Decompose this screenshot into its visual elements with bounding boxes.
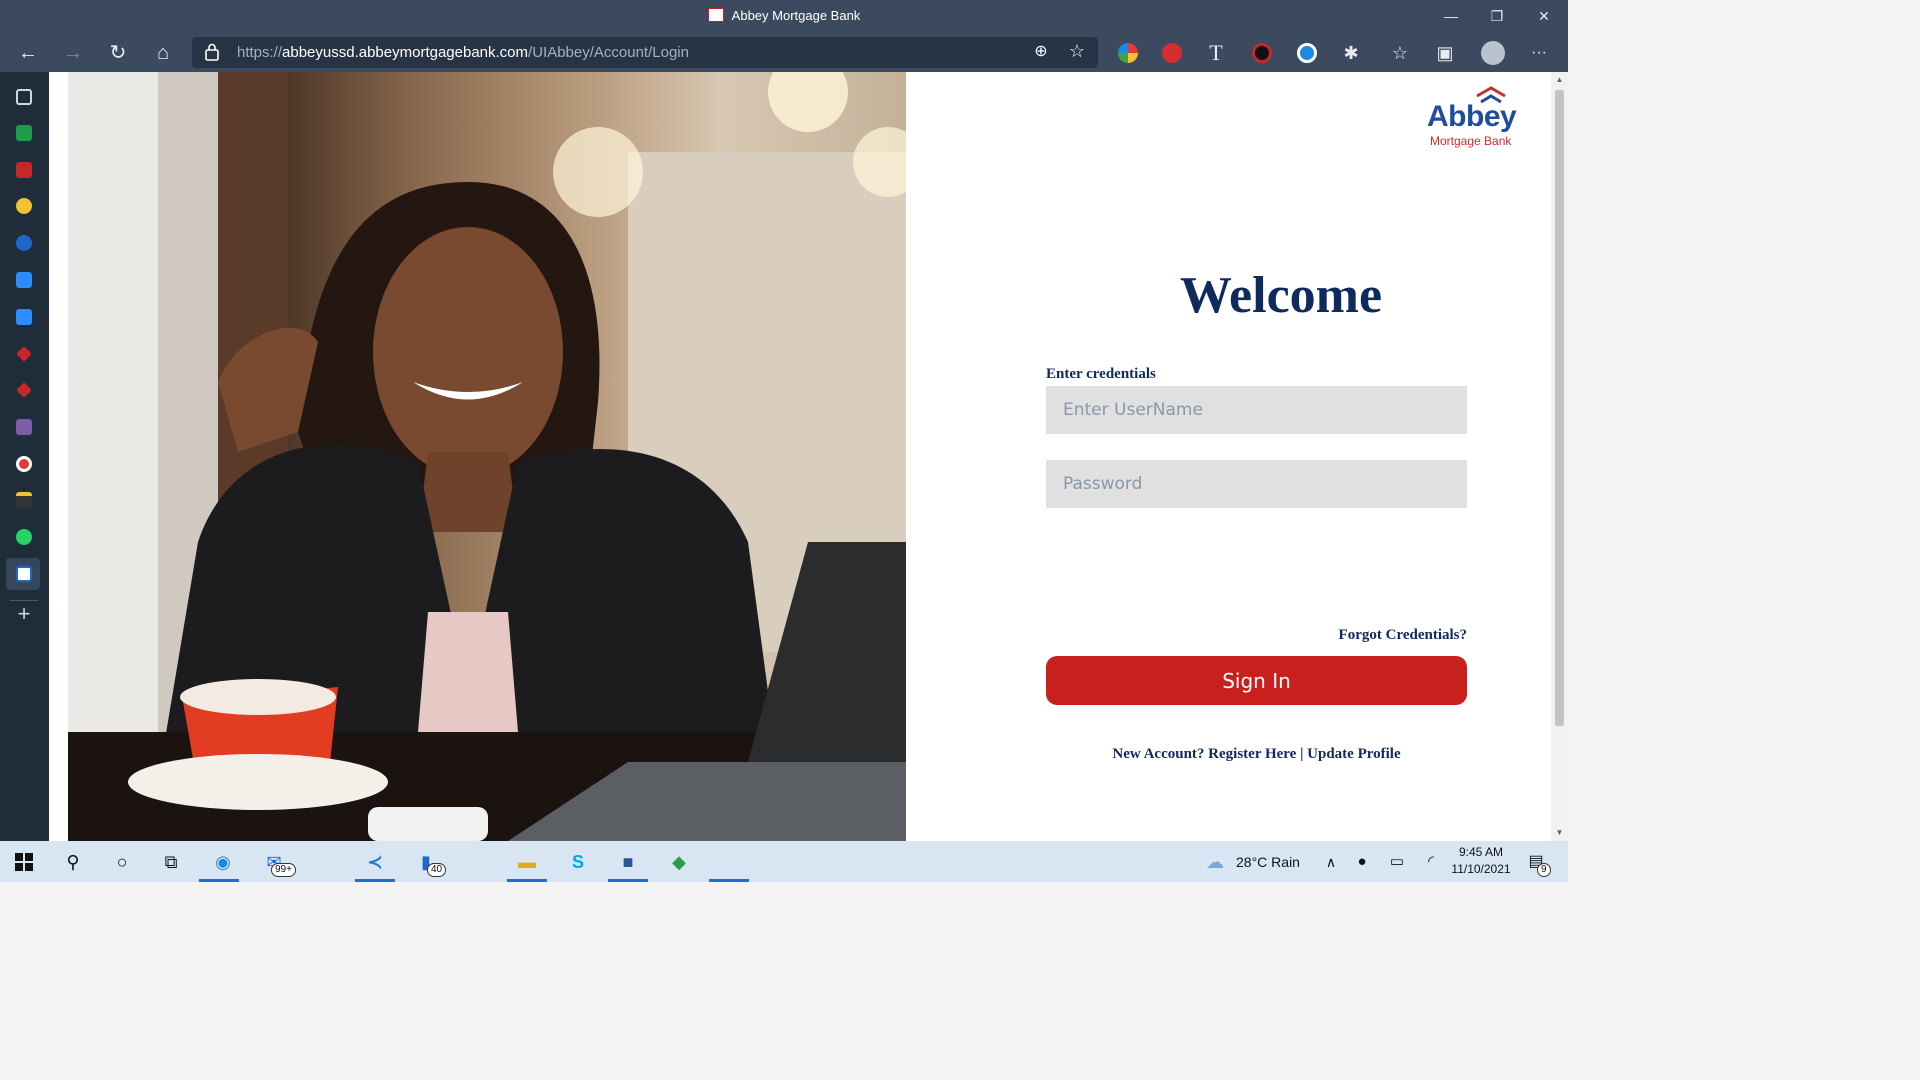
hero-photo: [68, 72, 906, 841]
new-tab-icon[interactable]: +: [12, 602, 36, 626]
notification-count: 9: [1537, 863, 1551, 877]
forgot-credentials-link[interactable]: Forgot Credentials?: [1289, 627, 1467, 644]
vscode-active-indicator: [355, 879, 395, 882]
browser-toolbar: ← → ↻ ⌂ https://abbeyussd.abbeymortgageb…: [0, 33, 1568, 72]
drive-tab-icon[interactable]: [16, 125, 32, 141]
skype-taskbar-icon[interactable]: S: [563, 847, 593, 877]
url-host: abbeyussd.abbeymortgagebank.com: [282, 44, 529, 61]
zoom-tab-icon[interactable]: [16, 272, 32, 288]
page-scrollbar[interactable]: ▲ ▼: [1551, 72, 1568, 841]
edge-active-indicator: [199, 879, 239, 882]
window-title: Abbey Mortgage Bank: [0, 8, 1568, 23]
battery-icon[interactable]: ▭: [1382, 847, 1412, 877]
tray-chevron-icon[interactable]: ∧: [1316, 847, 1346, 877]
url-path: /UIAbbey/Account/Login: [528, 44, 689, 61]
vertical-tabs-sidebar: +: [0, 72, 49, 841]
pdf-tab-icon[interactable]: [16, 162, 32, 178]
password-input[interactable]: [1046, 460, 1467, 508]
clock-date: 11/10/2021: [1451, 862, 1511, 876]
microphone-icon[interactable]: ●: [1347, 847, 1377, 877]
whatsapp-tab-icon[interactable]: [16, 529, 32, 545]
restore-button[interactable]: ❐: [1474, 0, 1520, 33]
h-tab-icon[interactable]: [16, 419, 32, 435]
settings-more-icon[interactable]: ···: [1523, 37, 1555, 69]
weather-icon[interactable]: ☁: [1200, 847, 1230, 877]
collections-icon[interactable]: ▣: [1429, 37, 1461, 69]
search-icon[interactable]: ⚲: [58, 847, 88, 877]
close-window-button[interactable]: ✕: [1521, 0, 1567, 33]
logo-word: Abbey: [1427, 100, 1517, 133]
cortana-icon[interactable]: ○: [107, 847, 137, 877]
site-favicon-icon: [707, 8, 724, 22]
register-link[interactable]: New Account? Register Here: [1112, 746, 1296, 762]
forward-button[interactable]: →: [57, 37, 89, 69]
window-titlebar: Abbey Mortgage Bank — ❐ ✕: [0, 0, 1568, 33]
search-extension-icon[interactable]: [1252, 43, 1272, 63]
red-diamond-tab-2-icon[interactable]: [16, 382, 32, 398]
wifi-icon[interactable]: ◜: [1416, 847, 1446, 877]
extensions-icon[interactable]: ✱: [1335, 37, 1367, 69]
clock[interactable]: 9:45 AM 11/10/2021: [1446, 844, 1516, 878]
address-bar[interactable]: https://abbeyussd.abbeymortgagebank.com/…: [192, 37, 1098, 68]
idea-tab-icon[interactable]: [16, 198, 32, 214]
vscode-taskbar-icon[interactable]: ≺: [360, 847, 390, 877]
home-button[interactable]: ⌂: [147, 37, 179, 69]
word-active-indicator: [608, 879, 648, 882]
green-app-taskbar-icon[interactable]: ◆: [664, 847, 694, 877]
text-extension-icon[interactable]: T: [1200, 37, 1232, 69]
word-taskbar-icon[interactable]: ■: [613, 847, 643, 877]
url-scheme: https://: [237, 44, 283, 61]
hero-photo-illustration: [68, 72, 906, 841]
minimize-button[interactable]: —: [1428, 0, 1474, 33]
login-page: Abbey Mortgage Bank Welcome Enter creden…: [49, 72, 1551, 841]
clock-time: 9:45 AM: [1458, 845, 1504, 859]
credentials-label: Enter credentials: [1046, 366, 1156, 382]
files-badge: 40: [427, 863, 447, 877]
edge-taskbar-icon[interactable]: ◉: [208, 847, 238, 877]
app-active-indicator: [709, 879, 749, 882]
refresh-button[interactable]: ↻: [102, 37, 134, 69]
add-favorite-icon[interactable]: ☆: [1066, 40, 1088, 62]
task-view-icon[interactable]: ⧉: [156, 847, 186, 877]
abbey-logo: Abbey Mortgage Bank: [1427, 86, 1522, 150]
sign-in-button[interactable]: Sign In: [1046, 656, 1467, 705]
url-text[interactable]: https://abbeyussd.abbeymortgagebank.com/…: [237, 44, 689, 61]
logo-subtitle: Mortgage Bank: [1430, 134, 1512, 148]
back-button[interactable]: ←: [12, 37, 44, 69]
adblock-extension-icon[interactable]: [1162, 43, 1182, 63]
scroll-down-icon[interactable]: ▼: [1551, 825, 1568, 841]
links-separator: |: [1300, 746, 1304, 762]
window-title-text: Abbey Mortgage Bank: [731, 8, 861, 23]
zoom-tab-2-icon[interactable]: [16, 309, 32, 325]
s-tab-icon[interactable]: [16, 235, 32, 251]
color-picker-extension-icon[interactable]: [1118, 43, 1138, 63]
tab-actions-icon[interactable]: [16, 89, 32, 105]
grammar-extension-icon[interactable]: [1297, 43, 1317, 63]
weather-text[interactable]: 28°C Rain: [1236, 854, 1300, 870]
update-profile-link[interactable]: Update Profile: [1307, 746, 1400, 762]
account-links: New Account? Register Here | Update Prof…: [1046, 746, 1467, 763]
profile-avatar[interactable]: [1481, 41, 1505, 65]
explorer-active-indicator: [507, 879, 547, 882]
scroll-thumb[interactable]: [1555, 90, 1564, 726]
terminal-tab-icon[interactable]: [16, 492, 32, 508]
file-explorer-taskbar-icon[interactable]: ▬: [512, 847, 542, 877]
welcome-heading: Welcome: [1179, 267, 1383, 324]
record-tab-icon[interactable]: [16, 456, 32, 472]
zoom-icon[interactable]: ⊕: [1030, 41, 1052, 63]
lock-icon[interactable]: [204, 43, 220, 61]
abbey-tab-icon[interactable]: [16, 566, 32, 582]
windows-start-icon[interactable]: [15, 853, 33, 871]
username-input[interactable]: [1046, 386, 1467, 434]
red-diamond-tab-icon[interactable]: [16, 346, 32, 362]
mail-badge: 99+: [271, 863, 296, 877]
favorites-icon[interactable]: ☆: [1384, 37, 1416, 69]
windows-taskbar: ⚲ ○ ⧉ ◉ ✉ 99+ ≺ ▮ 40 ▬ S ■ ◆ ☁ 28°C Rain…: [0, 841, 1568, 882]
scroll-up-icon[interactable]: ▲: [1551, 72, 1568, 88]
